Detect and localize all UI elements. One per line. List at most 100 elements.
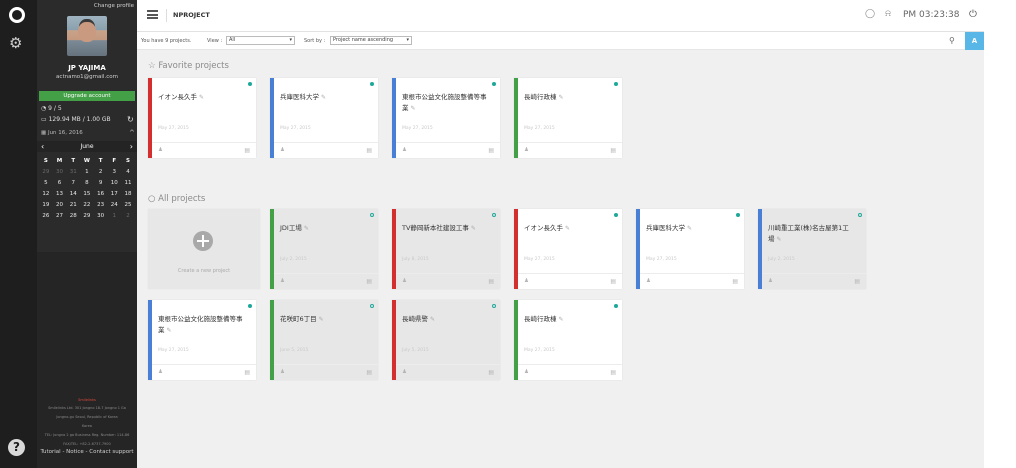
calendar-day[interactable]: 29 — [80, 211, 94, 222]
chevron-right-icon[interactable]: › — [130, 142, 133, 151]
calendar-day[interactable]: 30 — [53, 167, 67, 178]
calendar-day[interactable]: 17 — [107, 189, 121, 200]
footer-links[interactable]: Tutorial - Notice - Contact support — [37, 449, 137, 455]
calendar-day[interactable]: 21 — [66, 200, 80, 211]
new-project-card[interactable]: Create a new project — [148, 209, 260, 289]
refresh-icon[interactable]: ↻ — [127, 115, 134, 124]
calculator-icon[interactable]: ▤ — [366, 147, 372, 154]
pencil-icon[interactable]: ✎ — [565, 225, 570, 232]
calendar-day[interactable]: 12 — [39, 189, 53, 200]
gear-icon[interactable]: ⚙ — [9, 36, 22, 51]
project-card[interactable]: 長崎行政棟 ✎ May 27, 2015 ♟ ▤ — [514, 300, 622, 380]
project-card[interactable]: イオン長久手 ✎ May 27, 2015 ♟ ▤ — [514, 209, 622, 289]
calendar-day[interactable]: 16 — [94, 189, 108, 200]
project-card[interactable]: 花咲町6丁目 ✎ June 5, 2015 ♟ ▤ — [270, 300, 378, 380]
avatar[interactable] — [67, 16, 107, 56]
pencil-icon[interactable]: ✎ — [777, 236, 782, 243]
calendar-day[interactable]: 30 — [94, 211, 108, 222]
chat-icon[interactable]: ◯ — [865, 9, 875, 19]
calendar-day[interactable]: 4 — [121, 167, 135, 178]
calendar-day[interactable]: 7 — [66, 178, 80, 189]
calculator-icon[interactable]: ▤ — [244, 369, 250, 376]
calculator-icon[interactable]: ▤ — [366, 369, 372, 376]
sort-az-button[interactable]: A — [965, 32, 984, 50]
user-icon[interactable]: ♟ — [402, 147, 407, 153]
hamburger-menu-icon[interactable] — [147, 10, 158, 19]
user-icon[interactable]: ♟ — [524, 278, 529, 284]
calendar-day[interactable]: 29 — [39, 167, 53, 178]
project-card[interactable]: 兵庫医科大学 ✎ May 27, 2015 ♟ ▤ — [636, 209, 744, 289]
calendar-day[interactable]: 19 — [39, 200, 53, 211]
calendar-day[interactable]: 27 — [53, 211, 67, 222]
user-icon[interactable]: ♟ — [280, 147, 285, 153]
user-icon[interactable]: ♟ — [280, 278, 285, 284]
calendar-day[interactable]: 20 — [53, 200, 67, 211]
calculator-icon[interactable]: ▤ — [610, 278, 616, 285]
calendar-day[interactable]: 24 — [107, 200, 121, 211]
calendar-day[interactable]: 11 — [121, 178, 135, 189]
calendar-day[interactable]: 6 — [53, 178, 67, 189]
pencil-icon[interactable]: ✎ — [687, 225, 692, 232]
pencil-icon[interactable]: ✎ — [167, 327, 172, 334]
project-card[interactable]: TV静岡新本社建設工事 ✎ July 8, 2015 ♟ ▤ — [392, 209, 500, 289]
calendar-day[interactable]: 18 — [121, 189, 135, 200]
calendar-day[interactable]: 3 — [107, 167, 121, 178]
project-card[interactable]: JDI工場 ✎ July 2, 2015 ♟ ▤ — [270, 209, 378, 289]
project-card[interactable]: 長崎行政棟 ✎ May 27, 2015 ♟ ▤ — [514, 78, 622, 158]
user-icon[interactable]: ♟ — [158, 369, 163, 375]
calculator-icon[interactable]: ▤ — [366, 278, 372, 285]
calendar-day[interactable]: 9 — [94, 178, 108, 189]
calendar-day[interactable]: 15 — [80, 189, 94, 200]
pencil-icon[interactable]: ✎ — [430, 316, 435, 323]
pencil-icon[interactable]: ✎ — [199, 94, 204, 101]
pencil-icon[interactable]: ✎ — [304, 225, 309, 232]
bell-icon[interactable]: ⍾ — [885, 9, 891, 19]
calendar-day[interactable]: 23 — [94, 200, 108, 211]
calendar-day[interactable]: 28 — [66, 211, 80, 222]
project-card[interactable]: 川崎重工業(株)名古屋第1工場 ✎ July 2, 2015 ♟ ▤ — [758, 209, 866, 289]
calendar-day[interactable]: 10 — [107, 178, 121, 189]
project-card[interactable]: 長崎県警 ✎ July 5, 2015 ♟ ▤ — [392, 300, 500, 380]
calendar-day[interactable]: 2 — [121, 211, 135, 222]
calendar-day[interactable]: 13 — [53, 189, 67, 200]
pencil-icon[interactable]: ✎ — [411, 105, 416, 112]
user-icon[interactable]: ♟ — [768, 278, 773, 284]
calculator-icon[interactable]: ▤ — [488, 278, 494, 285]
project-card[interactable]: イオン長久手 ✎ May 27, 2015 ♟ ▤ — [148, 78, 256, 158]
user-icon[interactable]: ♟ — [402, 278, 407, 284]
calendar-day[interactable]: 25 — [121, 200, 135, 211]
logo-icon[interactable] — [9, 7, 25, 23]
upgrade-account-button[interactable]: Upgrade account — [39, 91, 135, 101]
sort-select[interactable]: Project name ascending ▾ — [330, 36, 412, 45]
pencil-icon[interactable]: ✎ — [559, 94, 564, 101]
pencil-icon[interactable]: ✎ — [321, 94, 326, 101]
pencil-icon[interactable]: ✎ — [471, 225, 476, 232]
calendar-day[interactable]: 1 — [107, 211, 121, 222]
chevron-up-icon[interactable]: ^ — [129, 129, 135, 137]
project-card[interactable]: 兵庫医科大学 ✎ May 27, 2015 ♟ ▤ — [270, 78, 378, 158]
calculator-icon[interactable]: ▤ — [488, 369, 494, 376]
calculator-icon[interactable]: ▤ — [244, 147, 250, 154]
calculator-icon[interactable]: ▤ — [732, 278, 738, 285]
calendar-day[interactable]: 22 — [80, 200, 94, 211]
user-icon[interactable]: ♟ — [524, 369, 529, 375]
view-select[interactable]: All ▾ — [226, 36, 295, 45]
project-card[interactable]: 東根市公益文化施設整備等事業 ✎ May 27, 2015 ♟ ▤ — [148, 300, 256, 380]
user-icon[interactable]: ♟ — [402, 369, 407, 375]
change-profile-link[interactable]: Change profile — [94, 3, 134, 9]
calendar-day[interactable]: 8 — [80, 178, 94, 189]
calendar-day[interactable]: 1 — [80, 167, 94, 178]
calculator-icon[interactable]: ▤ — [488, 147, 494, 154]
user-icon[interactable]: ♟ — [280, 369, 285, 375]
pencil-icon[interactable]: ✎ — [319, 316, 324, 323]
calculator-icon[interactable]: ▤ — [854, 278, 860, 285]
calendar-day[interactable]: 2 — [94, 167, 108, 178]
calculator-icon[interactable]: ▤ — [610, 369, 616, 376]
user-icon[interactable]: ♟ — [524, 147, 529, 153]
pencil-icon[interactable]: ✎ — [559, 316, 564, 323]
project-card[interactable]: 東根市公益文化施設整備等事業 ✎ May 27, 2015 ♟ ▤ — [392, 78, 500, 158]
footer-brand[interactable]: Smilelinks — [78, 398, 96, 402]
calendar-day[interactable]: 14 — [66, 189, 80, 200]
calendar-day[interactable]: 26 — [39, 211, 53, 222]
help-icon[interactable]: ? — [8, 439, 25, 456]
